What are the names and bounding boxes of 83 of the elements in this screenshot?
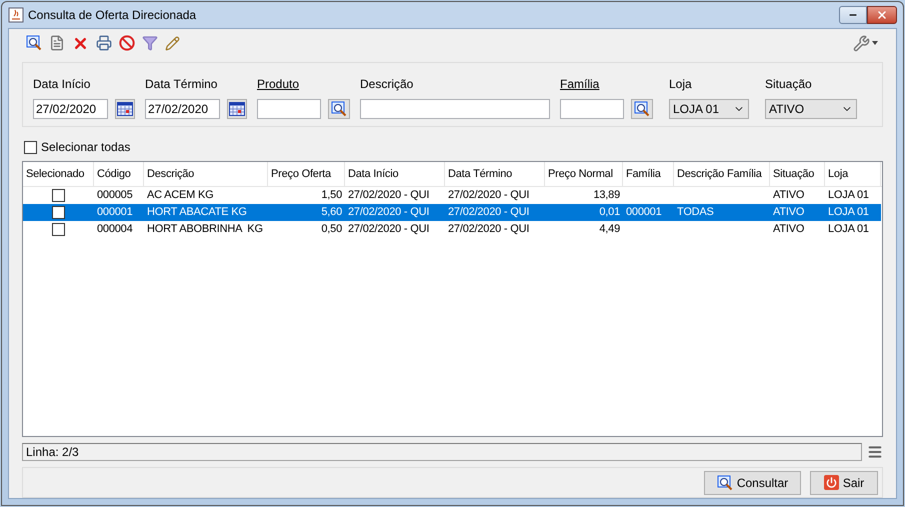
table-cell-text: 000001 <box>626 205 662 220</box>
calendar-button[interactable] <box>115 99 135 119</box>
dropdown-arrow-icon[interactable] <box>872 41 878 45</box>
description-field[interactable] <box>360 99 550 119</box>
table-cell-text: LOJA 01 <box>828 222 869 238</box>
table-cell-text: TODAS <box>677 205 714 220</box>
search-icon <box>716 474 733 490</box>
field-label: Descrição <box>360 76 414 93</box>
search-icon <box>26 35 42 51</box>
close-button[interactable] <box>867 6 897 24</box>
search-icon <box>634 101 650 117</box>
table-cell-text: AC ACEM KG <box>147 188 214 204</box>
search-button[interactable] <box>328 99 350 119</box>
table-cell-text: 5,60 <box>321 205 342 220</box>
filter-icon[interactable] <box>142 35 158 51</box>
new-document-icon[interactable] <box>49 35 65 51</box>
column-header[interactable]: Família <box>623 162 674 186</box>
column-header[interactable]: Data Início <box>345 162 445 186</box>
table-cell-text: ATIVO <box>773 205 804 220</box>
column-header[interactable]: Descrição <box>144 162 268 186</box>
table-cell-text: ATIVO <box>773 188 804 204</box>
column-header[interactable]: Data Término <box>445 162 545 186</box>
exit-button[interactable]: Sair <box>810 470 878 494</box>
table-cell-text: 27/02/2020 - QUI <box>348 205 430 220</box>
column-header[interactable]: Loja <box>825 162 881 186</box>
cancel-icon[interactable] <box>119 35 135 51</box>
app-icon <box>8 7 24 23</box>
date-field[interactable]: 27/02/2020 <box>33 99 108 119</box>
calendar-button[interactable] <box>227 99 247 119</box>
table-cell-text: LOJA 01 <box>828 205 869 220</box>
edit-icon[interactable] <box>165 36 180 50</box>
code-field[interactable] <box>257 99 321 119</box>
field-label: Data Início <box>33 76 92 93</box>
table-cell-text: HORT ABOBRINHA KG <box>147 222 263 238</box>
search-button[interactable] <box>631 99 653 119</box>
table-cell-text: 0,01 <box>599 205 620 220</box>
checkbox-label: Selecionar todas <box>41 139 130 156</box>
field-label: Situação <box>765 76 813 93</box>
checkbox[interactable] <box>24 140 37 154</box>
close-icon <box>876 9 888 21</box>
column-header[interactable]: Preço Oferta <box>268 162 345 186</box>
print-icon[interactable] <box>96 35 112 51</box>
column-header[interactable]: Situação <box>770 162 825 186</box>
table-cell-text: LOJA 01 <box>828 188 869 204</box>
window-title: Consulta de Oferta Direcionada <box>28 7 196 24</box>
code-field[interactable] <box>560 99 624 119</box>
column-header[interactable]: Selecionado <box>23 162 94 186</box>
column-header[interactable]: Código <box>94 162 144 186</box>
checkbox[interactable] <box>52 189 65 202</box>
calendar-icon <box>117 102 133 116</box>
table-cell-text: 13,89 <box>593 188 620 204</box>
field-label: Data Término <box>145 76 218 93</box>
table-cell-text: ATIVO <box>773 222 804 238</box>
table-cell-text: 000001 <box>97 205 133 220</box>
calendar-icon <box>229 102 245 116</box>
date-field[interactable]: 27/02/2020 <box>145 99 220 119</box>
search-button[interactable]: Consultar <box>704 470 801 494</box>
table-cell-text: 27/02/2020 - QUI <box>448 205 530 220</box>
table-cell-text: 4,49 <box>599 222 620 238</box>
table-cell-text: 27/02/2020 - QUI <box>448 188 530 204</box>
table-cell-text: 27/02/2020 - QUI <box>448 222 530 238</box>
table-cell-text: 27/02/2020 - QUI <box>348 188 430 204</box>
table-cell-text: 0,50 <box>321 222 342 238</box>
menu-icon[interactable] <box>867 444 883 460</box>
dropdown[interactable]: LOJA 01 <box>669 99 749 119</box>
field-label[interactable]: Família <box>560 75 653 93</box>
search-tool[interactable] <box>26 35 42 51</box>
field-label: Loja <box>669 76 693 93</box>
checkbox[interactable] <box>52 223 65 236</box>
table-cell-text: HORT ABACATE KG <box>147 205 247 220</box>
field-label[interactable]: Produto <box>257 75 350 93</box>
tools-icon[interactable] <box>853 34 870 52</box>
table-cell-text: 000005 <box>97 188 133 204</box>
status-text: Linha: 2/3 <box>26 444 79 461</box>
table-cell-text: 27/02/2020 - QUI <box>348 222 430 238</box>
table-cell-text: 1,50 <box>321 188 342 204</box>
column-header[interactable]: Descrição Família <box>674 162 770 186</box>
search-icon <box>331 101 347 117</box>
column-header[interactable]: Preço Normal <box>545 162 623 186</box>
table-row[interactable]: 000001 HORT ABACATE KG 5,60 27/02/2020 - QUI 27/02/2020 - QUI 0,01 000001 TODAS ATIVO LOJA 01 <box>23 204 881 221</box>
dropdown[interactable]: ATIVO <box>765 99 857 119</box>
table-cell-text: 000004 <box>97 222 133 238</box>
checkbox[interactable] <box>52 206 65 219</box>
